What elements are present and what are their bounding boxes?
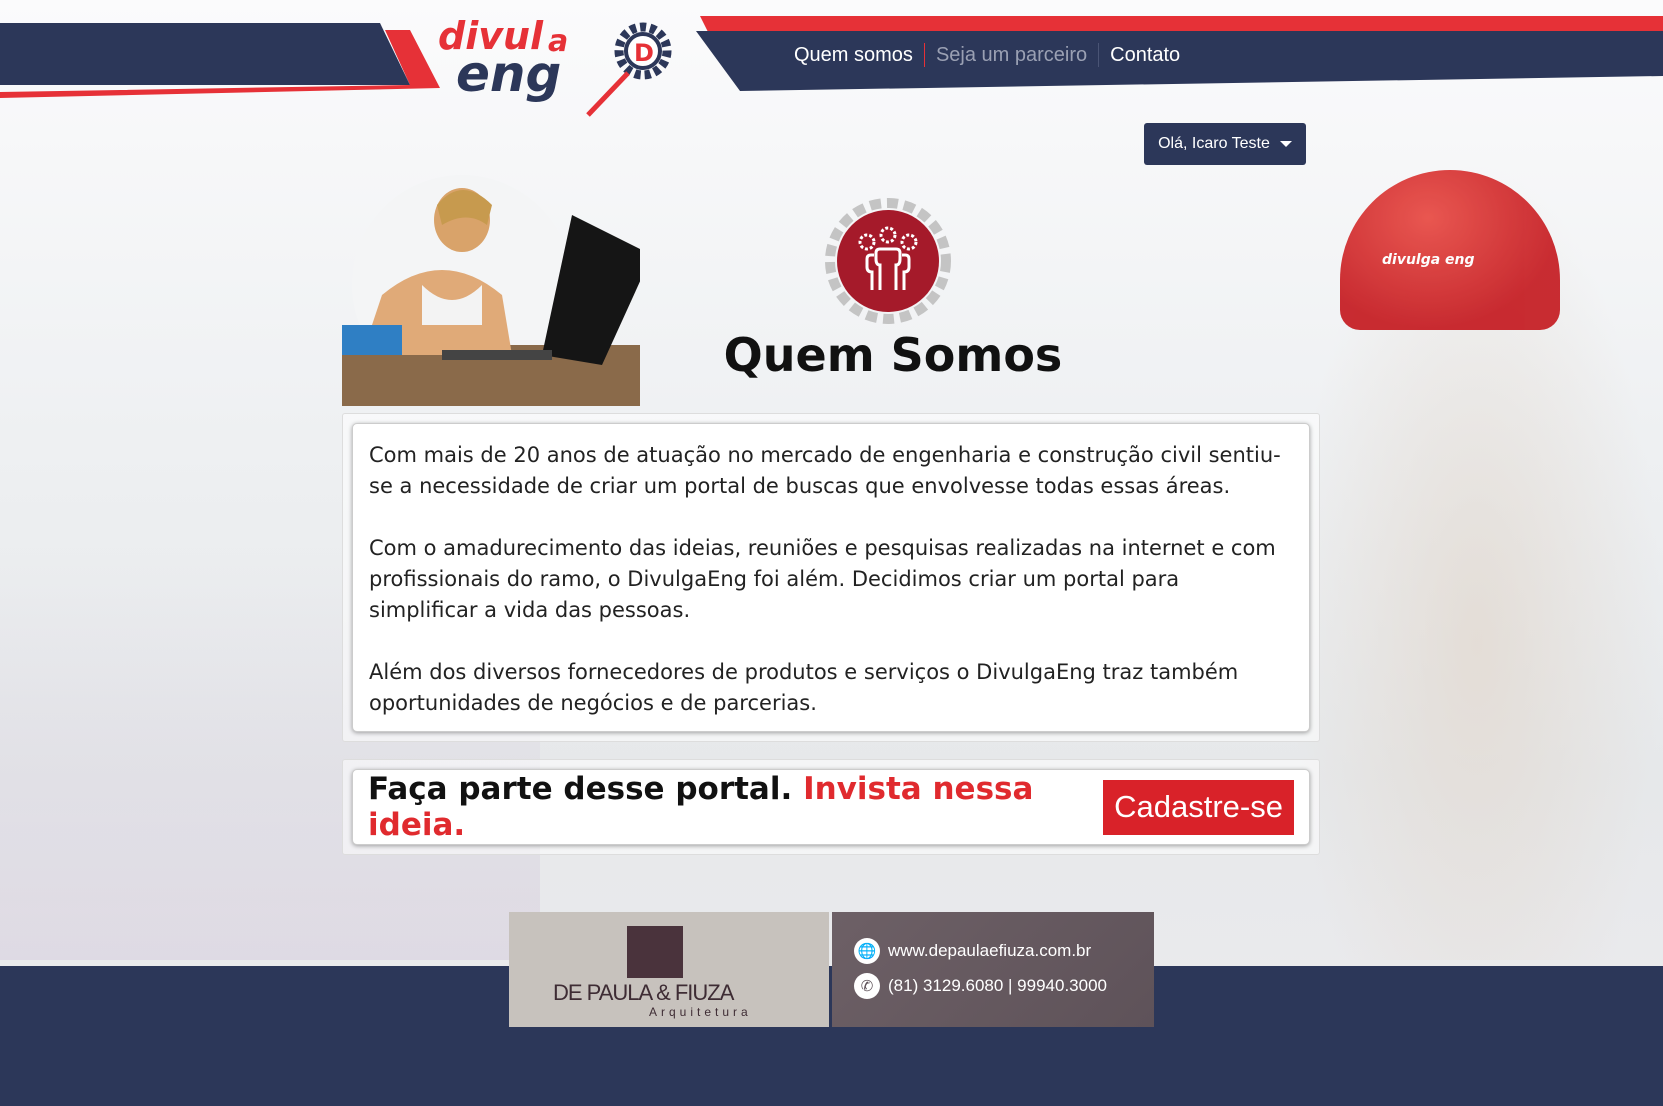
page-title: Quem Somos [723,328,1063,382]
globe-icon: 🌐 [854,938,880,964]
cta-text: Faça parte desse portal. Invista nessa i… [368,771,1103,843]
svg-text:D: D [634,39,654,67]
nav-seja-um-parceiro[interactable]: Seja um parceiro [925,44,1098,67]
sponsor-subtitle: Arquitetura [649,1005,752,1019]
divulgaeng-logo[interactable]: divul eng a D [438,11,688,119]
helmet-logo: divulga eng [1382,252,1475,268]
user-menu-dropdown[interactable]: Olá, Icaro Teste [1144,123,1306,165]
cta-panel: Faça parte desse portal. Invista nessa i… [342,759,1320,855]
user-menu-label: Olá, Icaro Teste [1158,135,1270,152]
cta-box: Faça parte desse portal. Invista nessa i… [352,769,1310,845]
phone-icon: ✆ [854,973,880,999]
sponsor-website: www.depaulaefiuza.com.br [888,941,1092,960]
about-text-box: Com mais de 20 anos de atuação no mercad… [352,423,1310,732]
woman-laptop-image [342,175,640,406]
nav-contato[interactable]: Contato [1099,44,1191,67]
sponsor-phone: (81) 3129.6080 | 99940.3000 [888,976,1107,995]
sponsor-logo: DE PAULA & FIUZA Arquitetura [509,912,829,1027]
main-nav: Quem somos Seja um parceiro Contato [794,43,1191,67]
caret-down-icon [1279,141,1292,147]
header-bar-left [0,23,410,85]
sponsor-name: DE PAULA & FIUZA [553,980,734,1005]
signup-button[interactable]: Cadastre-se [1103,779,1294,835]
about-paragraph: Com o amadurecimento das ideias, reuniõe… [369,536,1276,622]
about-paragraph: Com mais de 20 anos de atuação no mercad… [369,443,1281,498]
team-gear-icon [825,198,951,324]
svg-text:eng: eng [456,45,561,103]
cta-lead: Faça parte desse portal. [368,771,793,807]
svg-text:a: a [548,24,568,59]
dpf-logo-mark [627,926,683,978]
sponsor-contact: 🌐 www.depaulaefiuza.com.br ✆ (81) 3129.608… [832,912,1154,1027]
about-panel: Com mais de 20 anos de atuação no mercad… [342,413,1320,742]
nav-quem-somos[interactable]: Quem somos [794,44,924,67]
sponsor-banner[interactable]: DE PAULA & FIUZA Arquitetura 🌐 www.depaul… [509,912,1154,1027]
about-paragraph: Além dos diversos fornecedores de produt… [369,660,1239,715]
